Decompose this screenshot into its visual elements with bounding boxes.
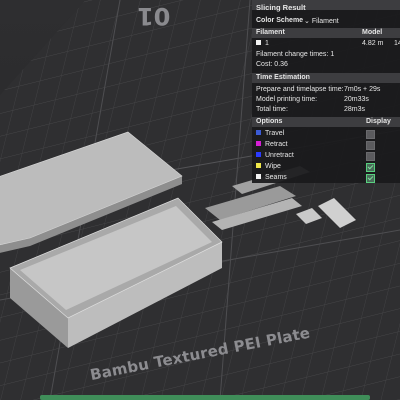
- option-retract: Retract: [256, 141, 288, 148]
- prepare-time-label: Prepare and timelapse time:: [256, 86, 344, 93]
- slicing-result-panel: Slicing Result Color Scheme ⌄ Filament F…: [252, 0, 400, 183]
- layer-slider[interactable]: [40, 395, 370, 400]
- total-time-value: 28m3s: [344, 106, 366, 113]
- time-estimation-header: Time Estimation: [256, 74, 310, 81]
- filament-extra: 14: [394, 40, 400, 47]
- cost: Cost: 0.36: [256, 61, 288, 68]
- option-travel-checkbox[interactable]: [366, 130, 375, 139]
- display-header: Display: [366, 118, 391, 125]
- filament-change-times: Filament change times: 1: [256, 51, 335, 58]
- option-unretract-checkbox[interactable]: [366, 152, 375, 161]
- total-time-label: Total time:: [256, 106, 288, 113]
- model-time-value: 20m33s: [344, 96, 369, 103]
- model-header: Model: [362, 29, 383, 36]
- color-scheme-label: Color Scheme: [256, 17, 304, 24]
- retract-swatch: [256, 141, 261, 146]
- option-seams-checkbox[interactable]: [366, 174, 375, 183]
- option-wipe: Wipe: [256, 163, 281, 170]
- color-scheme-value: Filament: [311, 18, 339, 25]
- option-retract-checkbox[interactable]: [366, 141, 375, 150]
- option-wipe-checkbox[interactable]: [366, 163, 375, 172]
- travel-swatch: [256, 130, 261, 135]
- prepare-time-value: 7m0s + 29s: [344, 86, 381, 93]
- seams-swatch: [256, 174, 261, 179]
- filament-header: Filament: [256, 29, 285, 36]
- chevron-down-icon: ⌄: [304, 18, 310, 25]
- option-unretract: Unretract: [256, 152, 294, 159]
- wipe-swatch: [256, 163, 261, 168]
- filament-swatch: [256, 40, 261, 45]
- options-header: Options: [256, 118, 283, 125]
- filament-row: 1: [256, 40, 269, 47]
- color-scheme-dropdown[interactable]: ⌄ Filament: [304, 17, 339, 25]
- panel-title: Slicing Result: [256, 3, 306, 12]
- model-time-label: Model printing time:: [256, 96, 318, 103]
- option-seams: Seams: [256, 174, 287, 181]
- plate-number: 01: [137, 2, 171, 30]
- filament-model-length: 4.82 m: [362, 40, 384, 47]
- option-travel: Travel: [256, 130, 284, 137]
- unretract-swatch: [256, 152, 261, 157]
